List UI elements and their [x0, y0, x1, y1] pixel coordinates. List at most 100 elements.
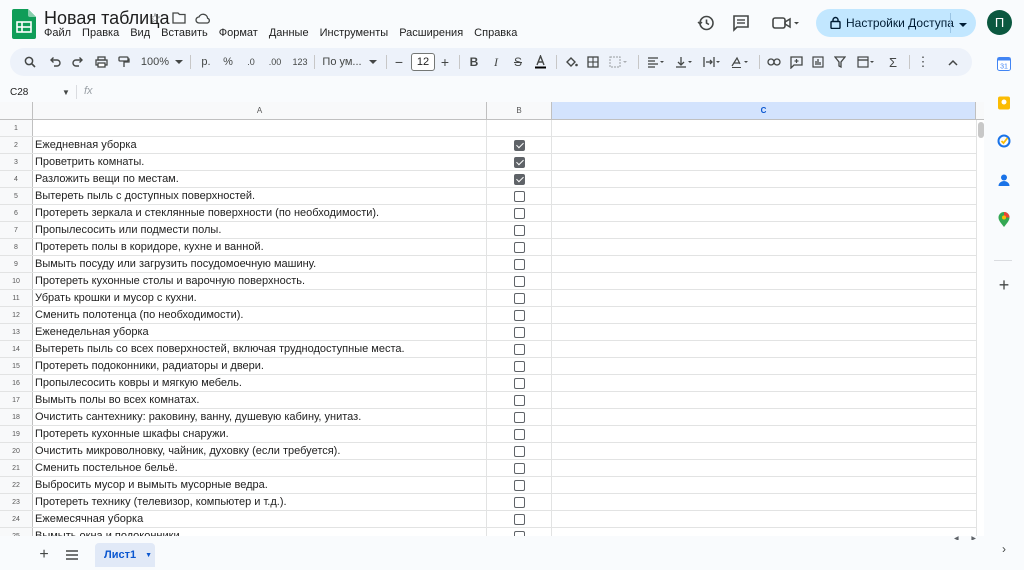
- checkbox-unchecked[interactable]: [513, 360, 525, 372]
- cell-b[interactable]: [486, 307, 552, 323]
- cloud-status-icon[interactable]: [194, 9, 212, 27]
- checkbox-unchecked[interactable]: [513, 462, 525, 474]
- cell-b[interactable]: [486, 290, 552, 306]
- row-number[interactable]: 22: [0, 477, 33, 493]
- cell-b[interactable]: [486, 341, 552, 357]
- checkbox-unchecked[interactable]: [513, 292, 525, 304]
- cell-b[interactable]: [486, 239, 552, 255]
- row-number[interactable]: 14: [0, 341, 33, 357]
- cell-a[interactable]: Протереть подоконники, радиаторы и двери…: [35, 358, 264, 374]
- cell-b[interactable]: [486, 409, 552, 425]
- row-number[interactable]: 10: [0, 273, 33, 289]
- cell-b[interactable]: [486, 120, 552, 136]
- row-number[interactable]: 11: [0, 290, 33, 306]
- font-size-decrease-button[interactable]: −: [391, 48, 407, 76]
- cell-b[interactable]: [486, 494, 552, 510]
- cell-a[interactable]: Пропылесосить или подмести полы.: [35, 222, 221, 238]
- row-number[interactable]: 2: [0, 137, 33, 153]
- checkbox-unchecked[interactable]: [513, 241, 525, 253]
- cell-b[interactable]: [486, 273, 552, 289]
- menu-tools[interactable]: Инструменты: [320, 27, 389, 39]
- cell-a[interactable]: Сменить полотенца (по необходимости).: [35, 307, 243, 323]
- cell-b[interactable]: [486, 324, 552, 340]
- cell-a[interactable]: Протереть зеркала и стеклянные поверхнос…: [35, 205, 379, 221]
- row-number[interactable]: 17: [0, 392, 33, 408]
- menu-help[interactable]: Справка: [474, 27, 517, 39]
- print-icon[interactable]: [91, 48, 111, 76]
- row-number[interactable]: 25: [0, 528, 33, 536]
- checkbox-checked[interactable]: [513, 156, 525, 168]
- insert-link-icon[interactable]: [764, 48, 784, 76]
- add-sheet-icon[interactable]: +: [36, 545, 52, 565]
- row-number[interactable]: 16: [0, 375, 33, 391]
- cell-b[interactable]: [486, 392, 552, 408]
- meet-call-icon[interactable]: [768, 10, 804, 36]
- text-wrapping-icon[interactable]: [699, 48, 725, 76]
- row-number[interactable]: 6: [0, 205, 33, 221]
- checkbox-checked[interactable]: [513, 173, 525, 185]
- checkbox-unchecked[interactable]: [513, 207, 525, 219]
- font-size-increase-button[interactable]: +: [437, 48, 453, 76]
- cell-a[interactable]: Еженедельная уборка: [35, 324, 149, 340]
- checkbox-unchecked[interactable]: [513, 326, 525, 338]
- row-number[interactable]: 15: [0, 358, 33, 374]
- avatar[interactable]: П: [987, 10, 1012, 35]
- row-number[interactable]: 1: [0, 120, 33, 136]
- cell-b[interactable]: [486, 154, 552, 170]
- sheets-logo-icon[interactable]: [12, 9, 36, 39]
- row-number[interactable]: 19: [0, 426, 33, 442]
- cell-a[interactable]: Разложить вещи по местам.: [35, 171, 179, 187]
- menu-edit[interactable]: Правка: [82, 27, 119, 39]
- row-number[interactable]: 18: [0, 409, 33, 425]
- text-rotation-icon[interactable]: [727, 48, 753, 76]
- merge-cells-icon[interactable]: [605, 48, 631, 76]
- more-options-icon[interactable]: ⋮: [913, 48, 933, 76]
- number-format-button[interactable]: 123: [289, 48, 311, 76]
- checkbox-unchecked[interactable]: [513, 428, 525, 440]
- fill-color-icon[interactable]: [561, 48, 581, 76]
- borders-icon[interactable]: [583, 48, 603, 76]
- row-number[interactable]: 9: [0, 256, 33, 272]
- horizontal-align-icon[interactable]: [643, 48, 669, 76]
- cell-b[interactable]: [486, 375, 552, 391]
- share-dropdown-icon[interactable]: [958, 18, 968, 32]
- formula-input[interactable]: [100, 83, 970, 101]
- format-currency-button[interactable]: р.: [197, 48, 215, 76]
- checkbox-unchecked[interactable]: [513, 224, 525, 236]
- vertical-align-icon[interactable]: [671, 48, 697, 76]
- cell-b[interactable]: [486, 460, 552, 476]
- cell-b[interactable]: [486, 528, 552, 536]
- column-header-c[interactable]: C: [552, 102, 976, 119]
- redo-icon[interactable]: [68, 48, 88, 76]
- show-side-panel-icon[interactable]: ›: [996, 541, 1012, 557]
- insert-comment-icon[interactable]: [786, 48, 806, 76]
- checkbox-unchecked[interactable]: [513, 479, 525, 491]
- collapse-menus-icon[interactable]: [943, 48, 963, 76]
- row-number[interactable]: 13: [0, 324, 33, 340]
- checkbox-unchecked[interactable]: [513, 377, 525, 389]
- cell-a[interactable]: Очистить микроволновку, чайник, духовку …: [35, 443, 340, 459]
- cell-a[interactable]: Вымыть посуду или загрузить посудомоечну…: [35, 256, 316, 272]
- cell-a[interactable]: Протереть кухонные шкафы снаружи.: [35, 426, 229, 442]
- menu-format[interactable]: Формат: [219, 27, 258, 39]
- row-number[interactable]: 24: [0, 511, 33, 527]
- cell-a[interactable]: Сменить постельное бельё.: [35, 460, 178, 476]
- cell-b[interactable]: [486, 137, 552, 153]
- zoom-select[interactable]: 100%: [138, 48, 172, 76]
- menu-file[interactable]: Файл: [44, 27, 71, 39]
- select-all-corner[interactable]: [0, 102, 33, 119]
- cell-b[interactable]: [486, 256, 552, 272]
- format-percent-button[interactable]: %: [219, 48, 237, 76]
- zoom-dropdown-icon[interactable]: [174, 48, 184, 76]
- cell-a[interactable]: Протереть полы в коридоре, кухне и ванно…: [35, 239, 264, 255]
- filter-views-icon[interactable]: [853, 48, 879, 76]
- sheet-tab-active[interactable]: Лист1 ▼: [95, 543, 155, 567]
- cell-b[interactable]: [486, 358, 552, 374]
- cell-a[interactable]: Вымыть окна и подоконники.: [35, 528, 183, 536]
- row-number[interactable]: 8: [0, 239, 33, 255]
- checkbox-unchecked[interactable]: [513, 394, 525, 406]
- calendar-icon[interactable]: 31: [996, 56, 1012, 72]
- insert-chart-icon[interactable]: [808, 48, 828, 76]
- cell-a[interactable]: Очистить сантехнику: раковину, ванну, ду…: [35, 409, 361, 425]
- cell-b[interactable]: [486, 426, 552, 442]
